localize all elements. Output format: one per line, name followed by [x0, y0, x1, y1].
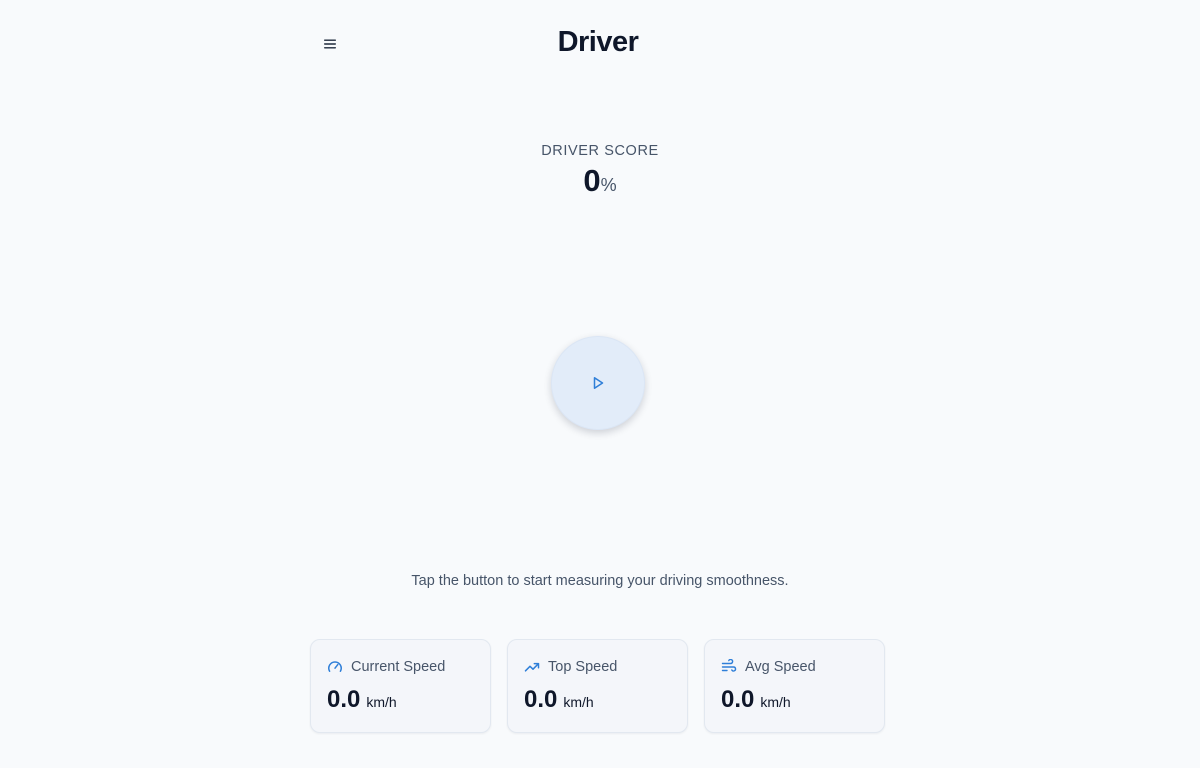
- hint-text: Tap the button to start measuring your d…: [411, 573, 789, 589]
- card-value: 0.0: [327, 686, 361, 713]
- card-header: Current Speed: [327, 658, 474, 676]
- speedometer-icon: [327, 659, 343, 675]
- card-unit: km/h: [760, 694, 791, 710]
- driver-score: Driver Score 0%: [0, 143, 1200, 203]
- top-speed-card: Top Speed 0.0 km/h: [507, 639, 688, 733]
- card-header: Top Speed: [524, 658, 671, 676]
- header: Driver: [310, 22, 886, 66]
- card-label: Top Speed: [548, 659, 618, 675]
- card-value: 0.0: [721, 686, 755, 713]
- card-unit: km/h: [563, 694, 594, 710]
- trending-up-icon: [524, 659, 540, 675]
- app-root: Driver Driver Score 0% Tap the button to…: [0, 0, 1200, 768]
- avg-speed-card: Avg Speed 0.0 km/h: [704, 639, 885, 733]
- driver-score-unit: %: [600, 175, 617, 195]
- stats-cards: Current Speed 0.0 km/h Top Speed 0.0 km/…: [310, 639, 885, 733]
- card-value-row: 0.0 km/h: [721, 686, 868, 714]
- play-icon: [590, 375, 606, 391]
- current-speed-card: Current Speed 0.0 km/h: [310, 639, 491, 733]
- driver-score-value-row: 0%: [0, 163, 1200, 203]
- wind-icon: [721, 659, 737, 675]
- card-header: Avg Speed: [721, 658, 868, 676]
- app-title: Driver: [557, 26, 639, 58]
- start-button[interactable]: [551, 336, 645, 430]
- card-value: 0.0: [524, 686, 558, 713]
- card-unit: km/h: [366, 694, 397, 710]
- card-label: Current Speed: [351, 659, 446, 675]
- card-value-row: 0.0 km/h: [524, 686, 671, 714]
- card-value-row: 0.0 km/h: [327, 686, 474, 714]
- driver-score-label: Driver Score: [541, 143, 659, 159]
- card-label: Avg Speed: [745, 659, 816, 675]
- driver-score-value: 0: [583, 163, 601, 198]
